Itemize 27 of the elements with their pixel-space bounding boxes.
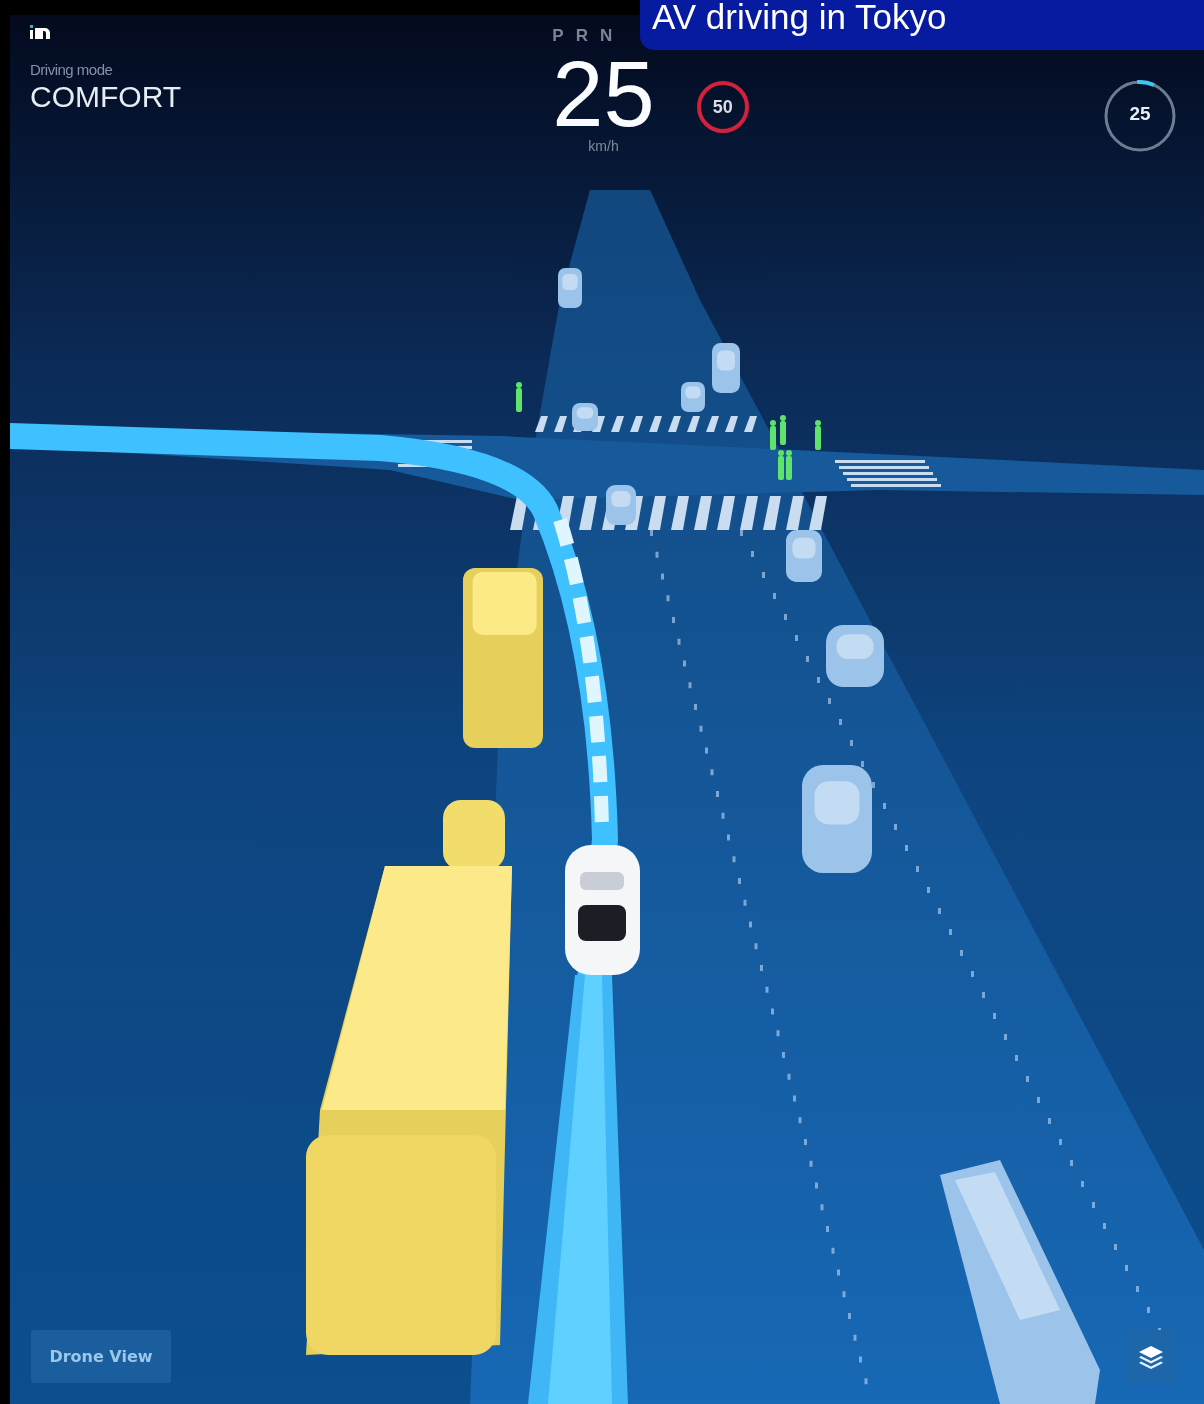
gauge-arc [1137,80,1155,87]
set-speed-value: 25 [1128,103,1152,125]
speed-unit: km/h [588,138,619,154]
pedestrian-icon [815,420,821,450]
pedestrian-icon [770,420,776,450]
speed-limit-sign: 50 [696,81,749,133]
driving-mode-value: COMFORT [30,80,182,114]
car-drawing [681,382,705,412]
pedestrian-icon [516,382,522,412]
gear-letter: R [575,26,588,46]
car-drawing [572,403,598,431]
video-caption: AV driving in Tokyo [640,0,1204,50]
driving-mode-label: Driving mode [30,61,113,78]
gear-letter: N [599,26,613,46]
gear-letter: P [552,26,564,46]
pedestrian-icon [778,450,784,480]
car-drawing [606,485,636,525]
car-drawing [558,268,582,308]
pedestrian-icon [786,450,792,480]
car-drawing [826,625,884,687]
logo-icon [30,23,52,39]
car-drawing [786,530,822,582]
car-drawing [712,343,740,393]
pedestrian-icon [780,415,786,445]
speed-value: 25 [552,50,655,138]
layers-button[interactable] [1125,1330,1177,1383]
drone-view-button[interactable]: Drone View [31,1330,171,1383]
